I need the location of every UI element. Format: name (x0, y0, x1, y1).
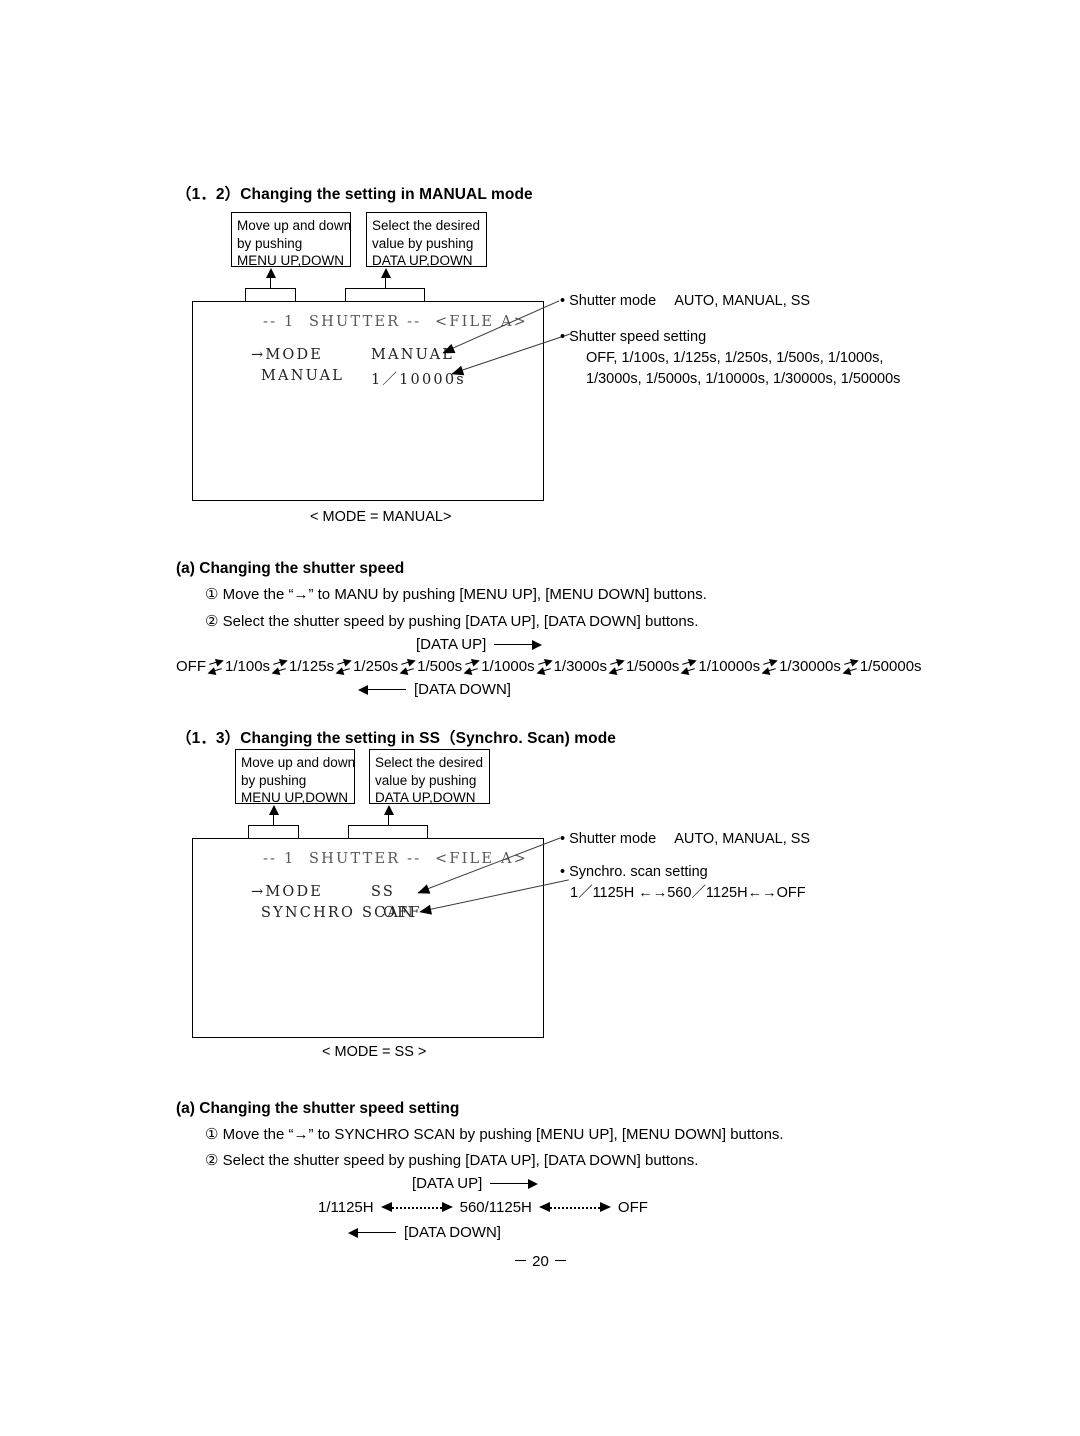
manual-page: （1．2）Changing the setting in MANUAL mode… (0, 0, 1080, 1436)
callout-menu-up-down-manual: Move up and down by pushing MENU UP,DOWN (231, 212, 352, 268)
sequence-item: 1/5000s (625, 658, 680, 675)
arrow-left-icon (358, 684, 406, 695)
sequence-item: 1/50000s (859, 658, 922, 675)
connector-bracket-menu-ss (248, 825, 299, 839)
section-heading-manual-mode: （1．2）Changing the setting in MANUAL mode (176, 186, 533, 203)
callout-line-2: by pushing (237, 235, 303, 251)
mode-caption-ss: < MODE = SS > (322, 1044, 427, 1060)
callout-data-up-down-manual: Select the desired value by pushing DATA… (366, 212, 487, 268)
sequence-item: OFF (617, 1199, 648, 1216)
sequence-row-manual: OFF 1/100s 1/125s 1/250s 1/500s 1/1000s … (176, 658, 922, 675)
sequence-item: 1/100s (225, 658, 271, 675)
annotation-shutter-mode-ss: • Shutter mode AUTO, MANUAL, SS (560, 829, 810, 850)
annotation-label: • Shutter speed setting (560, 329, 707, 345)
step-item: ① Move the “→” to SYNCHRO SCAN by pushin… (205, 1126, 784, 1143)
callout-line-3: MENU UP,DOWN (237, 253, 345, 268)
double-arrow-icon (608, 658, 625, 675)
sequence-data-down-manual: [DATA DOWN] (358, 681, 511, 698)
double-arrow-icon (335, 658, 352, 675)
sequence-item: OFF (176, 658, 206, 675)
monitor-row2-label: MANUAL (261, 368, 345, 384)
annotation-values-line-2: 1/3000s, 1/5000s, 1/10000s, 1/30000s, 1/… (586, 371, 901, 387)
section-heading-ss-mode: （1．3）Changing the setting in SS（Synchro.… (176, 730, 617, 747)
callout-data-up-down-ss: Select the desired value by pushing DATA… (369, 749, 490, 805)
monitor-row2-value: OFF (383, 905, 422, 921)
step-item: ② Select the shutter speed by pushing [D… (205, 1152, 699, 1169)
callout-line-1: Move up and down (237, 218, 352, 233)
monitor-row1-label: →MODE (251, 884, 324, 900)
sequence-row-ss: 1/1125H 560/1125H OFF (318, 1199, 648, 1216)
sequence-item: 1/1125H (318, 1199, 374, 1216)
callout-line-2: value by pushing (375, 772, 477, 788)
callout-line-3: DATA UP,DOWN (372, 253, 473, 268)
annotation-label: • Shutter mode (560, 831, 657, 847)
page-number: － 20 － (513, 1253, 569, 1270)
subheading-changing-shutter-speed: (a) Changing the shutter speed (176, 560, 405, 577)
double-arrow-icon (207, 658, 224, 675)
callout-menu-up-down-ss: Move up and down by pushing MENU UP,DOWN (235, 749, 356, 805)
monitor-title: -- 1 SHUTTER -- <FILE A> (263, 314, 528, 330)
double-arrow-icon (536, 658, 553, 675)
sequence-item: 1/125s (289, 658, 335, 675)
dotted-double-arrow-icon (538, 1202, 611, 1214)
connector-bracket-data-manual (345, 288, 425, 302)
double-arrow-icon (842, 658, 859, 675)
dotted-double-arrow-icon (380, 1202, 453, 1214)
sequence-item: 1/500s (417, 658, 463, 675)
double-arrow-icon (463, 658, 480, 675)
sequence-item: 1/250s (353, 658, 399, 675)
connector-bracket-data-ss (348, 825, 428, 839)
arrow-right-icon (494, 639, 543, 650)
step-item: ② Select the shutter speed by pushing [D… (205, 613, 699, 630)
annotation-shutter-mode-manual: • Shutter mode AUTO, MANUAL, SS (560, 291, 810, 312)
annotation-values: 1／1125H ←→560／1125H←→OFF (570, 885, 806, 901)
annotation-label: • Shutter mode (560, 293, 657, 309)
callout-line-3: MENU UP,DOWN (241, 790, 349, 805)
annotation-label: • Synchro. scan setting (560, 864, 708, 880)
annotation-shutter-speed-manual: • Shutter speed setting OFF, 1/100s, 1/1… (560, 327, 900, 390)
sequence-item: 1/30000s (779, 658, 841, 675)
sequence-item: 1/3000s (553, 658, 607, 675)
sequence-up-label: [DATA UP] (412, 1175, 483, 1192)
mode-caption-manual: < MODE = MANUAL> (310, 509, 452, 525)
sequence-up-label: [DATA UP] (416, 636, 487, 653)
arrow-left-icon (348, 1227, 396, 1238)
monitor-row1-label: →MODE (251, 347, 324, 363)
annotation-values: AUTO, MANUAL, SS (674, 831, 811, 847)
double-arrow-icon (761, 658, 778, 675)
callout-line-1: Select the desired (372, 218, 481, 233)
callout-line-3: DATA UP,DOWN (375, 790, 476, 805)
subheading-changing-shutter-speed-setting: (a) Changing the shutter speed setting (176, 1100, 460, 1117)
double-arrow-icon (271, 658, 288, 675)
monitor-screen-ss: -- 1 SHUTTER -- <FILE A> →MODE SS SYNCHR… (192, 838, 544, 1038)
sequence-data-up-ss: [DATA UP] (412, 1175, 539, 1192)
double-arrow-icon (399, 658, 416, 675)
annotation-values: AUTO, MANUAL, SS (674, 293, 811, 309)
callout-line-1: Select the desired (375, 755, 484, 770)
sequence-down-label: [DATA DOWN] (414, 681, 511, 698)
callout-line-2: by pushing (241, 772, 307, 788)
monitor-row1-value: SS (371, 884, 396, 900)
sequence-data-up-manual: [DATA UP] (416, 636, 543, 653)
sequence-data-down-ss: [DATA DOWN] (348, 1224, 501, 1241)
sequence-down-label: [DATA DOWN] (404, 1224, 501, 1241)
arrow-right-icon (490, 1178, 539, 1189)
double-arrow-icon (680, 658, 697, 675)
sequence-item: 560/1125H (459, 1199, 532, 1216)
step-item: ① Move the “→” to MANU by pushing [MENU … (205, 586, 707, 603)
callout-line-2: value by pushing (372, 235, 474, 251)
sequence-item: 1/1000s (481, 658, 535, 675)
sequence-item: 1/10000s (698, 658, 761, 675)
connector-bracket-menu-manual (245, 288, 296, 302)
callout-line-1: Move up and down (241, 755, 356, 770)
annotation-values-line-1: OFF, 1/100s, 1/125s, 1/250s, 1/500s, 1/1… (586, 350, 884, 366)
annotation-synchro-scan-ss: • Synchro. scan setting 1／1125H ←→560／11… (560, 862, 806, 904)
